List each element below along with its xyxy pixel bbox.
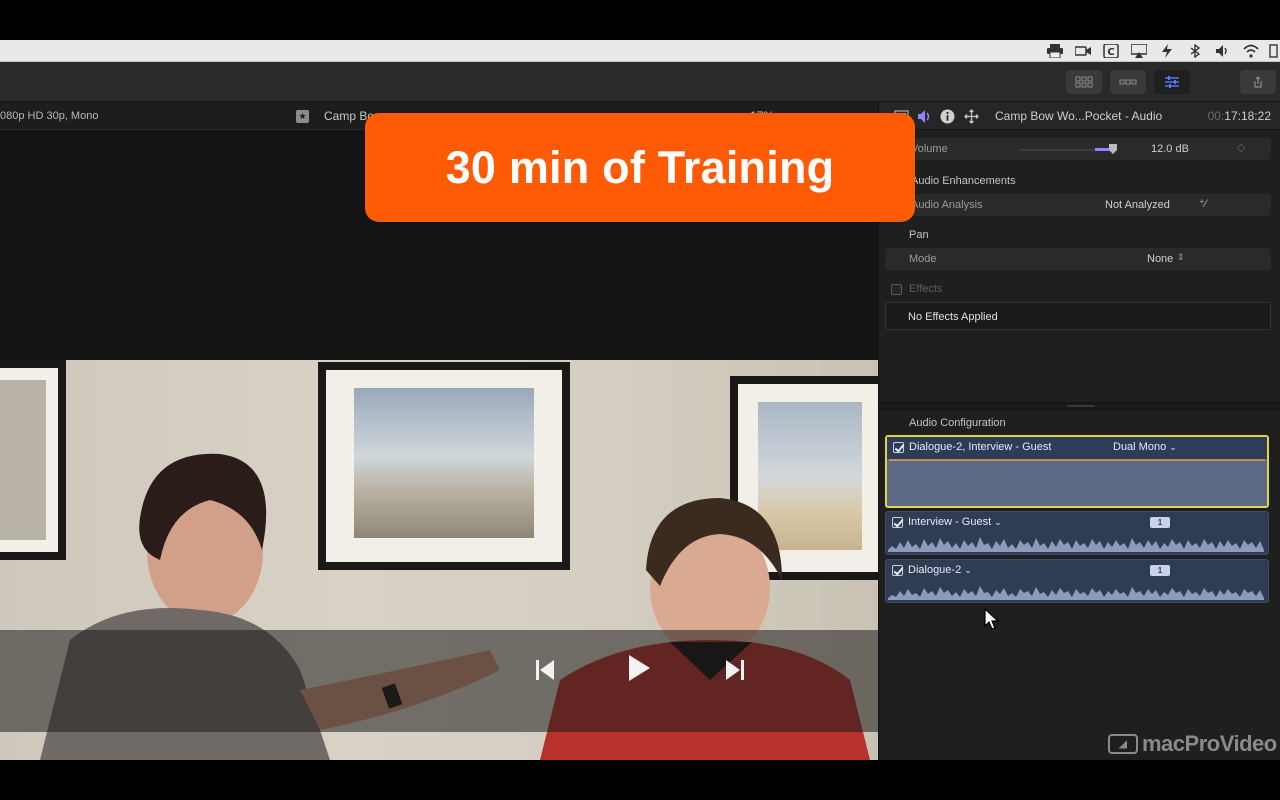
previous-button[interactable] [534, 658, 556, 682]
effects-checkbox[interactable] [891, 284, 902, 295]
effects-row: Effects [885, 278, 1271, 300]
browser-view-icon [1075, 76, 1093, 88]
move-arrows-icon [963, 108, 979, 124]
inspector-timecode: 00:17:18:22 [1208, 109, 1271, 123]
macprovideo-logo-icon: ◢ [1108, 734, 1138, 754]
audio-component-dialogue-checkbox[interactable] [892, 565, 903, 576]
skip-back-icon [536, 660, 554, 680]
lightning-icon[interactable] [1156, 43, 1178, 59]
timeline-view-icon [1119, 79, 1137, 85]
play-button[interactable] [626, 655, 652, 681]
skip-forward-icon [726, 660, 744, 680]
inspector-view-icon [1165, 76, 1179, 88]
menu-bar: C [0, 40, 1280, 62]
letterbox-top [0, 0, 1280, 40]
audio-component-interview[interactable]: Interview - Guest ⌄ 1 [885, 511, 1269, 555]
audio-component-interview-name: Interview - Guest ⌄ [908, 516, 1002, 528]
info-icon [940, 109, 954, 123]
pan-mode-row: Mode None ⇕ [885, 248, 1271, 270]
channel-badge: 1 [1150, 517, 1170, 528]
audio-component-dialogue-name: Dialogue-2 ⌄ [908, 564, 972, 576]
watermark-text: macProVideo [1142, 731, 1277, 756]
c-app-icon[interactable]: C [1100, 43, 1122, 59]
chevron-down-icon: ⌄ [1169, 442, 1177, 452]
tab-audio-inspector[interactable] [916, 108, 932, 124]
menu-bar-status-icons: C [1044, 40, 1280, 62]
audio-component-main[interactable]: Dialogue-2, Interview - Guest Dual Mono … [885, 435, 1269, 508]
pan-mode-select[interactable]: None [1147, 253, 1173, 265]
pan-title[interactable]: Pan [909, 229, 929, 241]
wifi-icon[interactable] [1240, 43, 1262, 59]
inspector-view-button[interactable] [1154, 70, 1190, 94]
bluetooth-icon[interactable] [1184, 43, 1206, 59]
audio-configuration-title: Audio Configuration [909, 417, 1006, 429]
training-banner-text: 30 min of Training [445, 141, 835, 193]
volume-slider-knob[interactable] [1109, 144, 1117, 154]
dual-mono-label: Dual Mono [1113, 441, 1167, 453]
keyframe-diamond-icon[interactable]: ◇ [1237, 141, 1245, 154]
play-icon [629, 655, 650, 681]
audio-analysis-label: Audio Analysis [911, 199, 983, 211]
share-button[interactable] [1240, 70, 1276, 94]
waveform [888, 586, 1264, 600]
browser-view-button[interactable] [1066, 70, 1102, 94]
volume-slider-fill [1095, 148, 1109, 151]
training-banner: 30 min of Training [365, 113, 915, 222]
playback-controls [0, 630, 878, 732]
volume-value[interactable]: 12.0 dB [1151, 143, 1189, 155]
volume-row: Volume 12.0 dB ◇ [885, 138, 1271, 160]
tab-transform-inspector[interactable] [963, 108, 979, 124]
waveform [888, 537, 1264, 552]
timecode-value: 17:18:22 [1224, 109, 1271, 123]
audio-analysis-value: Not Analyzed [1105, 199, 1170, 211]
clip-star-icon: ★ [296, 110, 309, 123]
viewer-format-label: 080p HD 30p, Mono [0, 110, 99, 122]
chevron-down-icon[interactable]: ⌄ [994, 517, 1002, 527]
audio-inspector-icon [917, 109, 929, 123]
svg-text:C: C [1107, 47, 1114, 58]
app-toolbar [0, 62, 1280, 102]
chevron-updown-icon: ⇕ [1177, 252, 1185, 262]
magic-wand-icon[interactable]: ⁺⁄ [1199, 197, 1207, 210]
chevron-down-icon[interactable]: ⌄ [964, 565, 972, 575]
dual-mono-dropdown[interactable]: Dual Mono ⌄ [1113, 441, 1177, 453]
effects-label: Effects [909, 283, 943, 295]
inspector-panel: Camp Bow Wo...Pocket - Audio 00:17:18:22… [878, 102, 1280, 760]
mouse-cursor-icon [984, 608, 1000, 630]
camera-icon[interactable] [1072, 43, 1094, 59]
pan-mode-label: Mode [909, 253, 937, 265]
peak-indicator-bar [889, 459, 1265, 461]
audio-component-dialogue[interactable]: Dialogue-2 ⌄ 1 [885, 559, 1269, 603]
tab-info-inspector[interactable] [939, 108, 955, 124]
audio-component-interview-checkbox[interactable] [892, 517, 903, 528]
volume-label: Volume [911, 143, 948, 155]
inspector-clip-title: Camp Bow Wo...Pocket - Audio [995, 109, 1163, 123]
timecode-hours: 00: [1207, 109, 1225, 123]
inspector-header: Camp Bow Wo...Pocket - Audio 00:17:18:22 [879, 102, 1280, 130]
timeline-view-button[interactable] [1110, 70, 1146, 94]
watermark: ◢ macProVideo [1108, 731, 1277, 756]
share-icon [1254, 76, 1262, 88]
no-effects-label: No Effects Applied [908, 311, 998, 323]
printer-icon[interactable] [1044, 43, 1066, 59]
airplay-icon[interactable] [1128, 43, 1150, 59]
audio-enhancements-title[interactable]: Audio Enhancements [911, 175, 1016, 187]
audio-component-main-checkbox[interactable] [893, 442, 904, 453]
divider-handle[interactable] [1067, 405, 1095, 407]
volume-icon[interactable] [1212, 43, 1234, 59]
channel-badge: 1 [1150, 565, 1170, 576]
audio-component-main-name: Dialogue-2, Interview - Guest [909, 441, 1052, 453]
display-icon[interactable] [1268, 43, 1278, 59]
letterbox-bottom [0, 760, 1280, 800]
effects-drop-area[interactable]: No Effects Applied [885, 302, 1271, 330]
audio-analysis-row: Audio Analysis Not Analyzed ⁺⁄ [885, 194, 1271, 216]
next-button[interactable] [724, 658, 746, 682]
